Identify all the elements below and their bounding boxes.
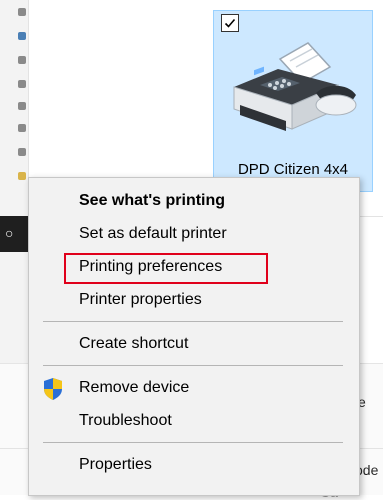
menu-item-label: Set as default printer	[79, 225, 227, 242]
highlight-box	[64, 253, 268, 284]
menu-separator	[43, 321, 343, 322]
sidebar-icon[interactable]	[18, 56, 26, 64]
menu-item-troubleshoot[interactable]: Troubleshoot	[29, 406, 359, 436]
uac-shield-icon	[44, 378, 62, 400]
menu-item-create-shortcut[interactable]: Create shortcut	[29, 329, 359, 359]
menu-item-remove-device[interactable]: Remove device	[29, 373, 359, 403]
menu-item-label: Remove device	[79, 379, 190, 396]
printer-device-tile[interactable]: DPD Citizen 4x4	[213, 10, 373, 192]
menu-item-label: Properties	[79, 456, 152, 473]
sidebar-icon[interactable]	[18, 102, 26, 110]
menu-item-printer-properties[interactable]: Printer properties	[29, 285, 359, 315]
menu-separator	[43, 365, 343, 366]
circle-icon: ○	[5, 225, 14, 241]
selection-checkbox[interactable]	[221, 14, 239, 32]
menu-separator	[43, 442, 343, 443]
menu-item-properties[interactable]: Properties	[29, 450, 359, 480]
menu-item-set-default-printer[interactable]: Set as default printer	[29, 219, 359, 249]
checkmark-icon	[224, 18, 236, 28]
sidebar-icon[interactable]	[18, 80, 26, 88]
menu-item-label: See what's printing	[79, 192, 226, 209]
folder-icon[interactable]	[18, 172, 26, 180]
sidebar-icon[interactable]	[18, 32, 26, 40]
fax-printer-icon	[233, 42, 357, 131]
printer-name-label: DPD Citizen 4x4	[237, 161, 349, 178]
menu-item-label: Printer properties	[79, 291, 202, 308]
menu-item-label: Troubleshoot	[79, 412, 172, 429]
taskbar-search-fragment[interactable]: ○	[0, 216, 28, 252]
sidebar-icon[interactable]	[18, 8, 26, 16]
menu-item-label: Create shortcut	[79, 335, 189, 352]
divider	[356, 216, 383, 217]
menu-item-see-whats-printing[interactable]: See what's printing	[29, 186, 359, 216]
context-menu: See what's printing Set as default print…	[28, 177, 360, 496]
sidebar-icon[interactable]	[18, 124, 26, 132]
sidebar-icon[interactable]	[18, 148, 26, 156]
